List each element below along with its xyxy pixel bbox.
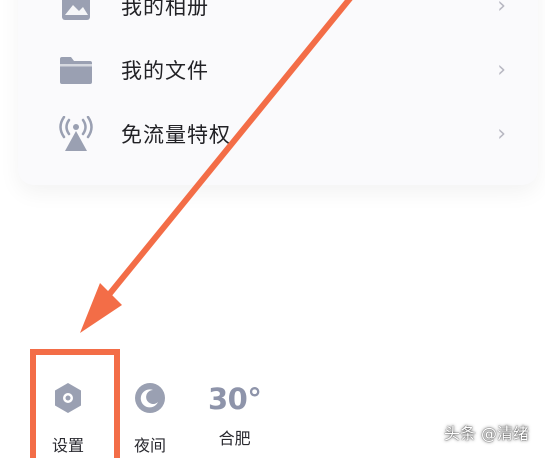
page: 我的相册 › 我的文件 › 免流量特权 › 设置 夜间 30° 合肥 头条 @清… <box>0 0 545 458</box>
night-mode-label: 夜间 <box>134 436 167 455</box>
annotation-highlight-box <box>30 349 120 458</box>
moon-icon <box>134 382 166 418</box>
menu-item-free-data[interactable]: 免流量特权 › <box>40 108 520 160</box>
chevron-right-icon: › <box>497 121 506 147</box>
chevron-right-icon: › <box>497 57 506 83</box>
photo-album-icon <box>58 0 94 24</box>
weather-city: 合肥 <box>218 429 251 448</box>
menu-item-label: 我的相册 <box>121 0 209 19</box>
night-mode-button[interactable]: 夜间 <box>134 382 166 456</box>
folder-icon <box>58 52 94 88</box>
menu-item-files[interactable]: 我的文件 › <box>40 44 520 96</box>
signal-tower-icon <box>58 116 94 152</box>
watermark-text: 头条 @清绪 <box>443 424 529 443</box>
menu-item-label: 免流量特权 <box>121 123 231 147</box>
menu-item-label: 我的文件 <box>121 59 209 83</box>
weather-temperature: 30° <box>208 382 262 416</box>
chevron-right-icon: › <box>497 0 506 19</box>
menu-item-album[interactable]: 我的相册 › <box>40 0 520 32</box>
weather-widget[interactable]: 30° 合肥 <box>208 382 262 449</box>
